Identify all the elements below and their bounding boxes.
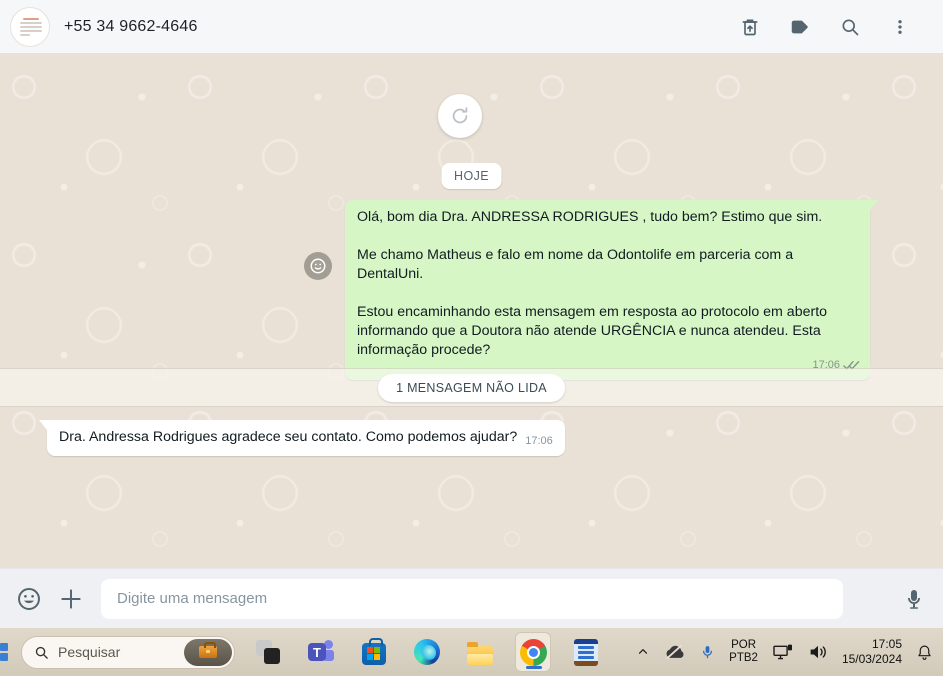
chrome-button-active[interactable]: [515, 632, 551, 672]
menu-kebab-icon[interactable]: [889, 16, 911, 38]
message-timestamp: 17:06: [525, 435, 553, 447]
avatar-business-card-image: [18, 16, 44, 40]
system-tray: POR PTB2 17:05 15/03/2024: [636, 637, 943, 667]
language-line1: POR: [731, 639, 757, 651]
emoji-picker-icon[interactable]: [14, 584, 44, 614]
contact-avatar[interactable]: [10, 6, 50, 47]
volume-icon[interactable]: [808, 643, 828, 661]
outgoing-message-bubble[interactable]: Olá, bom dia Dra. ANDRESSA RODRIGUES , t…: [345, 200, 878, 380]
clock-time: 17:05: [871, 637, 902, 651]
search-daily-image-badge[interactable]: [184, 638, 232, 666]
search-icon[interactable]: [839, 16, 861, 38]
edge-icon: [414, 639, 440, 665]
notifications-bell-icon[interactable]: [916, 643, 933, 662]
label-icon[interactable]: [789, 16, 811, 38]
taskbar-search-box[interactable]: Pesquisar: [21, 635, 235, 669]
chrome-icon: [519, 638, 547, 666]
taskbar-app-icons: T: [250, 632, 604, 672]
message-paragraph: Me chamo Matheus e falo em nome da Odont…: [357, 247, 794, 282]
file-explorer-button[interactable]: [462, 632, 498, 672]
message-paragraph: Olá, bom dia Dra. ANDRESSA RODRIGUES , t…: [357, 209, 823, 225]
attach-plus-icon[interactable]: [56, 584, 86, 614]
search-placeholder-text: Pesquisar: [58, 644, 121, 660]
language-line2: PTB2: [729, 652, 758, 664]
task-view-button[interactable]: [250, 632, 286, 672]
header-actions: [739, 16, 933, 38]
trash-icon[interactable]: [739, 16, 761, 38]
message-composer-bar: [0, 568, 943, 628]
search-icon: [35, 646, 48, 659]
onedrive-paused-cloud-icon[interactable]: [664, 643, 686, 661]
contact-phone-title[interactable]: +55 34 9662-4646: [64, 18, 198, 36]
windows-taskbar: Pesquisar T POR PTB2 17:05 15/03/2024: [0, 628, 943, 676]
whatsapp-web-window: +55 34 9662-4646 HOJE Olá, bom dia Dra. …: [0, 0, 943, 676]
teams-icon: T: [308, 639, 334, 665]
teams-button[interactable]: T: [303, 632, 339, 672]
tray-chevron-up-icon[interactable]: [636, 645, 650, 659]
message-paragraph: Estou encaminhando esta mensagem em resp…: [357, 304, 828, 358]
chat-message-area: HOJE Olá, bom dia Dra. ANDRESSA RODRIGUE…: [0, 53, 943, 568]
start-button-windows-icon[interactable]: [0, 643, 9, 662]
date-divider-pill: HOJE: [441, 163, 502, 189]
notepad-icon: [574, 638, 598, 666]
notepad-button[interactable]: [568, 632, 604, 672]
language-indicator[interactable]: POR PTB2: [729, 639, 758, 665]
task-view-icon: [256, 640, 280, 664]
taskbar-clock[interactable]: 17:05 15/03/2024: [842, 637, 902, 667]
briefcase-icon: [199, 642, 217, 658]
network-icon[interactable]: [772, 643, 794, 661]
microsoft-store-icon: [362, 638, 386, 665]
message-input[interactable]: [101, 578, 843, 619]
unread-messages-divider: 1 MENSAGEM NÃO LIDA: [0, 368, 943, 407]
edge-button[interactable]: [409, 632, 445, 672]
clock-date: 15/03/2024: [841, 652, 902, 666]
refresh-sync-button[interactable]: [438, 94, 482, 138]
react-emoji-hover-button[interactable]: [304, 252, 332, 280]
incoming-message-text: Dra. Andressa Rodrigues agradece seu con…: [59, 429, 518, 445]
unread-count-pill[interactable]: 1 MENSAGEM NÃO LIDA: [378, 373, 565, 402]
tray-microphone-icon[interactable]: [700, 643, 715, 661]
incoming-message-bubble[interactable]: Dra. Andressa Rodrigues agradece seu con…: [39, 420, 565, 456]
voice-message-mic-icon[interactable]: [899, 584, 929, 614]
microsoft-store-button[interactable]: [356, 632, 392, 672]
file-explorer-icon: [467, 641, 493, 665]
chat-header: +55 34 9662-4646: [0, 0, 943, 53]
